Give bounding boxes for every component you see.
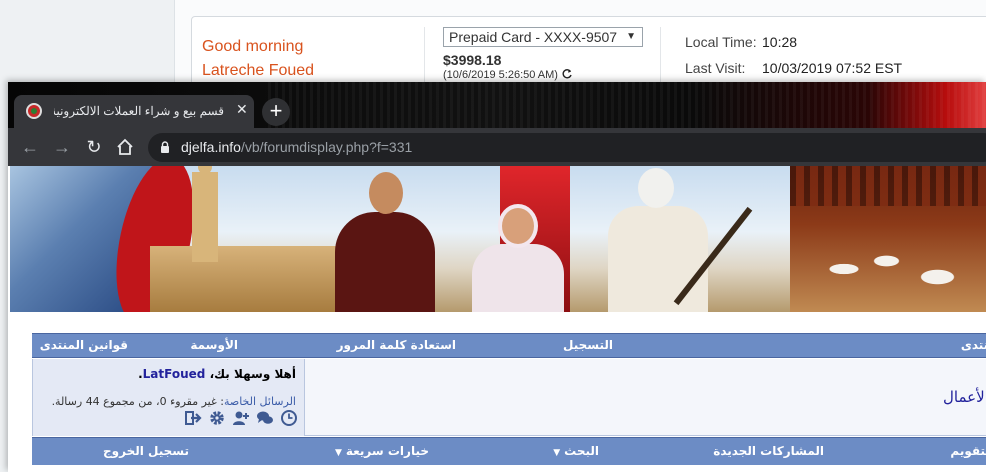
browser-toolbar: ← → ↻ djelfa.info/vb/forumdisplay.php?f=… (8, 128, 986, 166)
add-user-icon[interactable] (232, 409, 250, 427)
tab-strip: قسم بيع و شراء العملات الالكترونية ✕ + (8, 82, 986, 128)
last-visit-label: Last Visit: (685, 60, 746, 76)
caret-down-icon: ▼ (553, 448, 561, 458)
nav-logout[interactable]: تسجيل الخروج (103, 444, 189, 458)
section-title[interactable]: لأعمال (943, 388, 985, 406)
greeting-text: Good morning (202, 38, 304, 55)
nav-calendar[interactable]: التقويم (950, 444, 986, 458)
user-name: Latreche Foued (202, 62, 315, 79)
balance-timestamp: (10/6/2019 5:26:50 AM) (443, 69, 558, 81)
local-time-label: Local Time: (685, 34, 757, 50)
browser-window: قسم بيع و شراء العملات الالكترونية ✕ + ←… (8, 82, 986, 472)
nav-register[interactable]: التسجيل (563, 338, 613, 352)
browser-tab[interactable]: قسم بيع و شراء العملات الالكترونية ✕ (14, 95, 254, 128)
welcome-prefix: أهلا وسهلا بك، (209, 367, 296, 381)
reload-icon[interactable]: ↻ (84, 137, 104, 157)
private-messages-link[interactable]: الرسائل الخاصة (224, 395, 296, 408)
clock-icon[interactable] (280, 409, 298, 427)
account-select[interactable]: Prepaid Card - XXXX-9507 ▼ (443, 27, 643, 47)
nav-search[interactable]: البحث▼ (553, 444, 599, 458)
user-welcome-box: أهلا وسهلا بك، LatFoued. الرسائل الخاصة:… (33, 359, 305, 436)
nav-medals[interactable]: الأوسمة (190, 338, 238, 352)
nav-quick-options[interactable]: خيارات سريعة▼ (335, 444, 429, 458)
chat-icon[interactable] (256, 409, 274, 427)
new-tab-button[interactable]: + (262, 98, 290, 126)
private-messages-line: الرسائل الخاصة: غير مقروء 0، من مجموع 44… (52, 395, 296, 408)
greeting: Good morning Latreche Foued (202, 35, 314, 83)
nav-forum[interactable]: منتدى (961, 338, 986, 352)
chevron-down-icon: ▼ (626, 31, 636, 42)
nav-quick-options-label: خيارات سريعة (345, 444, 429, 458)
forward-icon[interactable]: → (52, 137, 72, 157)
balance-amount: $3998.18 (443, 52, 502, 68)
local-time-value: 10:28 (762, 34, 798, 50)
url-text: djelfa.info/vb/forumdisplay.php?f=331 (181, 139, 412, 155)
logout-icon[interactable] (184, 409, 202, 427)
refresh-icon[interactable] (561, 68, 573, 80)
home-icon[interactable] (115, 137, 135, 157)
tab-strip-theme (268, 82, 986, 128)
forum-banner-image (10, 166, 986, 312)
account-select-value: Prepaid Card - XXXX-9507 (449, 29, 618, 45)
background-sidebar (0, 0, 175, 90)
forum-navbar: منتدى التسجيل استعادة كلمة المرور الأوسم… (32, 333, 986, 358)
user-icon-bar (184, 409, 298, 427)
back-icon[interactable]: ← (20, 137, 40, 157)
site-favicon-icon (26, 103, 42, 119)
private-messages-count: : غير مقروء 0، من مجموع 44 رسالة. (51, 395, 224, 408)
nav-recover-password[interactable]: استعادة كلمة المرور (337, 338, 456, 352)
nav-search-label: البحث (564, 444, 599, 458)
close-icon[interactable]: ✕ (236, 101, 248, 118)
welcome-row: أهلا وسهلا بك، LatFoued. الرسائل الخاصة:… (32, 359, 986, 436)
gear-icon[interactable] (208, 409, 226, 427)
caret-down-icon: ▼ (334, 448, 342, 458)
tab-title: قسم بيع و شراء العملات الالكترونية (54, 104, 224, 118)
address-bar[interactable]: djelfa.info/vb/forumdisplay.php?f=331 (148, 133, 986, 162)
welcome-message: أهلا وسهلا بك، LatFoued. (138, 367, 296, 381)
nav-new-posts[interactable]: المشاركات الجديدة (713, 444, 824, 458)
url-host: djelfa.info (181, 139, 241, 155)
last-visit-value: 10/03/2019 07:52 EST (762, 60, 903, 76)
lock-icon (161, 141, 169, 153)
welcome-username[interactable]: LatFoued (143, 367, 206, 381)
forum-subnav: التقويم المشاركات الجديدة البحث▼ خيارات … (32, 437, 986, 465)
url-path: /vb/forumdisplay.php?f=331 (240, 139, 413, 155)
nav-rules[interactable]: قوانين المنتدى (40, 338, 128, 352)
